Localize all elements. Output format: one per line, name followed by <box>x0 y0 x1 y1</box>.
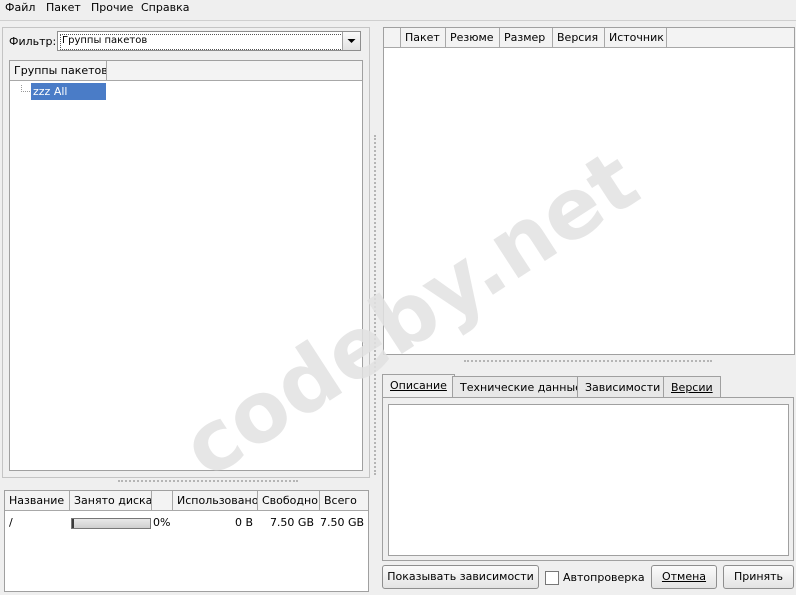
pkg-col-check[interactable] <box>384 28 401 48</box>
tab-dependencies[interactable]: Зависимости <box>577 376 669 398</box>
disk-row-name: / <box>9 516 13 529</box>
pkg-col-summary[interactable]: Резюме <box>446 28 500 48</box>
left-splitter-handle[interactable] <box>118 480 298 484</box>
tree-item-all[interactable]: zzz All <box>31 83 106 100</box>
filter-combobox[interactable]: Группы пакетов <box>57 31 361 51</box>
show-dependencies-button[interactable]: Показывать зависимости <box>382 565 539 589</box>
description-text-area[interactable] <box>388 404 789 556</box>
menu-file[interactable]: Файл <box>5 1 35 14</box>
disk-row-used: 0 B <box>234 516 253 529</box>
tab-technical[interactable]: Технические данные <box>452 376 590 398</box>
chevron-down-icon <box>347 39 356 43</box>
pkg-col-version[interactable]: Версия <box>553 28 605 48</box>
autocheck-label[interactable]: Автопроверка <box>563 571 645 584</box>
disk-col-total[interactable]: Всего <box>320 491 368 511</box>
disk-col-used[interactable]: Занято диска <box>70 491 152 511</box>
tree-item-label: zzz All <box>33 85 68 98</box>
combobox-arrow-button[interactable] <box>342 32 360 50</box>
apply-button[interactable]: Принять <box>723 565 794 589</box>
menu-help[interactable]: Справка <box>141 1 189 14</box>
cancel-button[interactable]: Отмена <box>651 565 717 589</box>
details-tab-page <box>382 397 794 561</box>
vertical-splitter-handle[interactable] <box>374 135 378 475</box>
pkg-header-filler <box>667 28 794 48</box>
tab-versions[interactable]: Версии <box>663 376 721 398</box>
filter-value: Группы пакетов <box>62 35 148 46</box>
disk-col-name[interactable]: Название <box>5 491 70 511</box>
groups-tree-header-filler <box>107 61 362 81</box>
groups-tree[interactable]: Группы пакетов zzz All <box>9 60 363 471</box>
disk-usage-table[interactable]: Название Занято диска Использовано Свобо… <box>4 490 369 592</box>
disk-col-free[interactable]: Свободно <box>258 491 320 511</box>
disk-usage-progress-bar <box>71 518 151 529</box>
groups-tree-header[interactable]: Группы пакетов <box>10 61 107 81</box>
menu-other[interactable]: Прочие <box>91 1 133 14</box>
disk-col-usage[interactable]: Использовано <box>173 491 258 511</box>
pkg-col-package[interactable]: Пакет <box>401 28 446 48</box>
right-splitter-handle[interactable] <box>464 360 712 364</box>
autocheck-checkbox[interactable] <box>545 571 559 585</box>
table-row[interactable]: / 0% 0 B 7.50 GB 7.50 GB <box>5 513 368 531</box>
disk-row-percent: 0% <box>153 516 171 529</box>
tab-description[interactable]: Описание <box>382 374 455 398</box>
disk-row-free: 7.50 GB <box>269 516 314 529</box>
packages-table[interactable]: Пакет Резюме Размер Версия Источник <box>383 27 795 355</box>
tree-connector <box>21 85 30 92</box>
pkg-col-size[interactable]: Размер <box>500 28 553 48</box>
disk-row-total: 7.50 GB <box>320 516 365 529</box>
pkg-col-source[interactable]: Источник <box>605 28 667 48</box>
menu-package[interactable]: Пакет <box>46 1 81 14</box>
filter-label: Фильтр: <box>9 35 57 48</box>
disk-col-percent[interactable] <box>152 491 173 511</box>
menu-bar: Файл Пакет Прочие Справка <box>0 0 796 21</box>
